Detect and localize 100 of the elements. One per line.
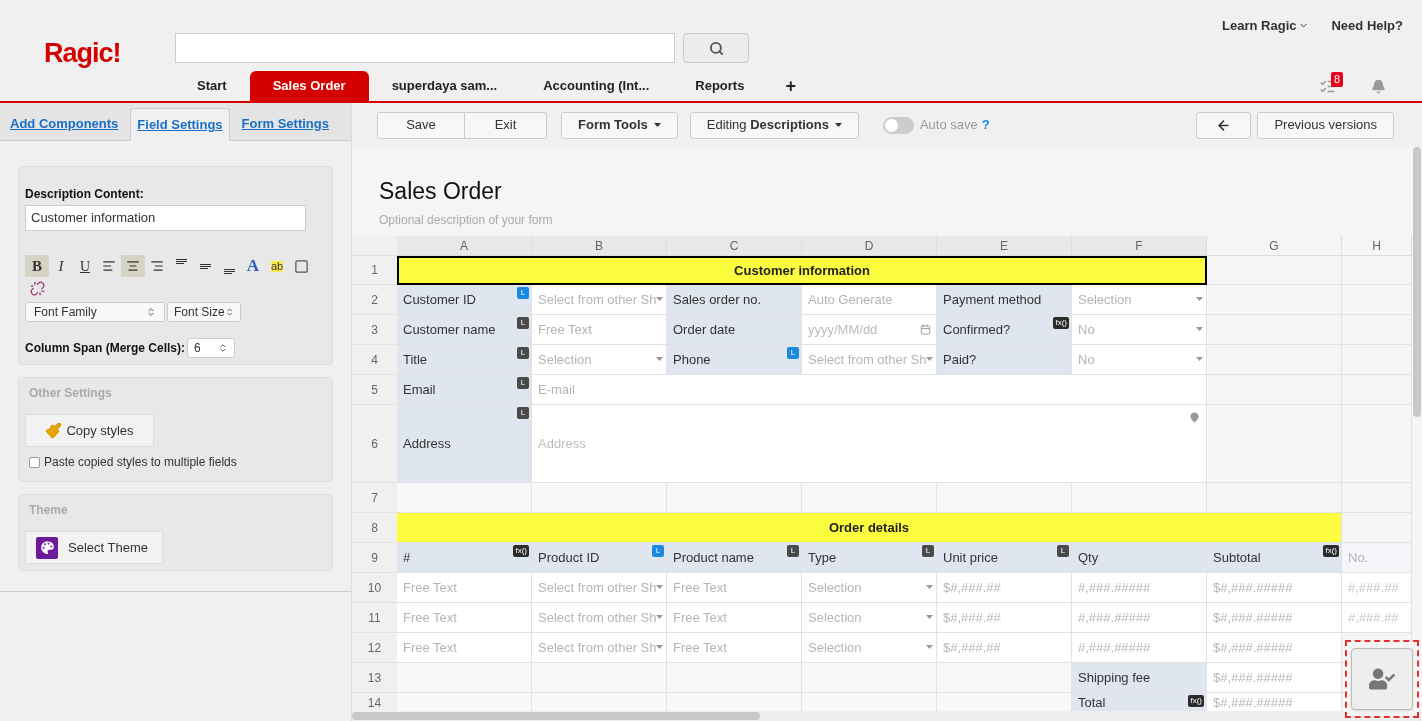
- form-title[interactable]: Sales Order: [379, 175, 1422, 207]
- add-tab-button[interactable]: +: [767, 71, 814, 101]
- field-label-cell[interactable]: Phone L: [667, 345, 802, 375]
- row-number: 12: [352, 633, 397, 663]
- notification-count: 8: [1330, 72, 1343, 87]
- calendar-icon: [920, 324, 931, 335]
- logo[interactable]: Ragic!: [44, 33, 121, 74]
- field-label-cell[interactable]: Product ID L: [532, 543, 667, 573]
- row-number: 14: [352, 693, 397, 711]
- select-arrows-icon: [224, 307, 234, 317]
- bold-button[interactable]: B: [25, 255, 49, 277]
- row-number: 7: [352, 483, 397, 513]
- field-label-cell[interactable]: Payment method: [937, 285, 1072, 315]
- field-label-cell[interactable]: Product name L: [667, 543, 802, 573]
- column-header[interactable]: D: [802, 236, 937, 256]
- save-button[interactable]: Save: [377, 111, 465, 139]
- previous-versions-button[interactable]: Previous versions: [1257, 111, 1394, 139]
- highlight-button[interactable]: ab: [265, 255, 289, 277]
- field-label-cell[interactable]: Total fx(): [1072, 693, 1207, 711]
- vertical-align-icon: [223, 269, 235, 274]
- align-center-button[interactable]: [121, 255, 145, 277]
- vertical-scrollbar[interactable]: [1413, 147, 1421, 417]
- user-check-button[interactable]: [1351, 648, 1413, 710]
- corner-cell[interactable]: [352, 236, 397, 256]
- module-tab[interactable]: superdaya sam...: [368, 71, 521, 101]
- help-link[interactable]: Need Help?: [1331, 16, 1403, 36]
- field-label-cell[interactable]: Address L: [397, 405, 532, 483]
- border-icon: [293, 258, 309, 274]
- field-label-cell[interactable]: Subtotal fx(): [1207, 543, 1342, 573]
- section-title: Other Settings: [29, 385, 113, 402]
- field-label-cell[interactable]: Shipping fee: [1072, 663, 1207, 693]
- select-arrows-icon: [218, 343, 228, 353]
- form-tools-button[interactable]: Form Tools: [561, 111, 678, 139]
- help-link[interactable]: Learn Ragic: [1222, 16, 1310, 36]
- autosave-toggle[interactable]: [882, 116, 914, 134]
- search-field[interactable]: [175, 33, 675, 63]
- row-number: 13: [352, 663, 397, 693]
- field-type-badge: L: [517, 407, 529, 419]
- field-type-badge: fx(): [513, 545, 529, 557]
- field-label-cell[interactable]: Title L: [397, 345, 532, 375]
- search-button[interactable]: [683, 33, 749, 63]
- column-header[interactable]: B: [532, 236, 667, 256]
- field-label-cell[interactable]: Email L: [397, 375, 532, 405]
- field-label: Column Span (Merge Cells):: [25, 340, 185, 357]
- italic-button[interactable]: I: [49, 255, 73, 277]
- field-label-cell[interactable]: Qty: [1072, 543, 1207, 573]
- module-tab[interactable]: Start: [174, 71, 250, 101]
- font-family-select[interactable]: Font Family: [25, 302, 165, 322]
- section-header-cell[interactable]: Order details: [397, 513, 1342, 543]
- field-type-badge: L: [922, 545, 934, 557]
- caret-icon: [834, 123, 842, 127]
- field-label-cell[interactable]: Type L: [802, 543, 937, 573]
- panel-tab[interactable]: Form Settings: [235, 107, 335, 140]
- row-number: 6: [352, 405, 397, 483]
- panel-tab[interactable]: Add Components: [4, 107, 125, 140]
- module-tab[interactable]: Reports: [672, 71, 768, 101]
- column-header[interactable]: F: [1072, 236, 1207, 256]
- checkbox[interactable]: [29, 456, 40, 468]
- horizontal-scrollbar[interactable]: [352, 712, 760, 720]
- select-theme-button[interactable]: Select Theme: [25, 531, 163, 564]
- autosave-label: Auto save: [919, 116, 978, 135]
- row-number: 5: [352, 375, 397, 405]
- field-type-badge: L: [787, 545, 799, 557]
- field-label-cell[interactable]: Sales order no.: [667, 285, 802, 315]
- copy-styles-button[interactable]: Copy styles: [25, 414, 154, 447]
- field-label-cell[interactable]: Paid?: [937, 345, 1072, 375]
- font-size-select[interactable]: Font Size: [167, 302, 241, 322]
- module-tab[interactable]: Accounting (Int...: [520, 71, 673, 101]
- panel-tab[interactable]: Field Settings: [130, 108, 230, 141]
- unlink-icon: [29, 280, 45, 296]
- field-type-badge: fx(): [1188, 695, 1204, 707]
- exit-button[interactable]: Exit: [465, 111, 547, 139]
- field-type-badge: L: [517, 377, 529, 389]
- description-input[interactable]: Customer information: [25, 205, 306, 231]
- field-label-cell[interactable]: Customer name L: [397, 315, 532, 345]
- back-button[interactable]: [1196, 111, 1252, 139]
- editing-mode-button[interactable]: Editing Descriptions: [689, 111, 859, 139]
- bell-icon[interactable]: [1371, 79, 1386, 94]
- field-label-cell[interactable]: Unit price L: [937, 543, 1072, 573]
- help-icon[interactable]: ?: [981, 115, 990, 135]
- row-number: 10: [352, 573, 397, 603]
- field-label: Description Content:: [25, 186, 145, 203]
- column-header[interactable]: G: [1207, 236, 1342, 256]
- column-span-select[interactable]: 6: [187, 338, 235, 358]
- field-label-cell[interactable]: Customer ID L: [397, 285, 532, 315]
- field-label-cell[interactable]: Order date: [667, 315, 802, 345]
- underline-button[interactable]: U: [73, 255, 97, 277]
- column-header[interactable]: C: [667, 236, 802, 256]
- field-label-cell[interactable]: # fx(): [397, 543, 532, 573]
- field-type-badge: L: [517, 287, 529, 299]
- column-header[interactable]: H: [1342, 236, 1412, 256]
- section-header-cell[interactable]: Customer information: [397, 256, 1207, 285]
- select-arrows-icon: [146, 307, 156, 317]
- column-header[interactable]: A: [397, 236, 532, 256]
- vertical-align-icon: [199, 263, 211, 269]
- font-color-button[interactable]: A: [241, 255, 265, 277]
- module-tab[interactable]: Sales Order: [249, 71, 369, 101]
- column-header[interactable]: E: [937, 236, 1072, 256]
- field-label-cell[interactable]: Confirmed? fx(): [937, 315, 1072, 345]
- row-number: 4: [352, 345, 397, 375]
